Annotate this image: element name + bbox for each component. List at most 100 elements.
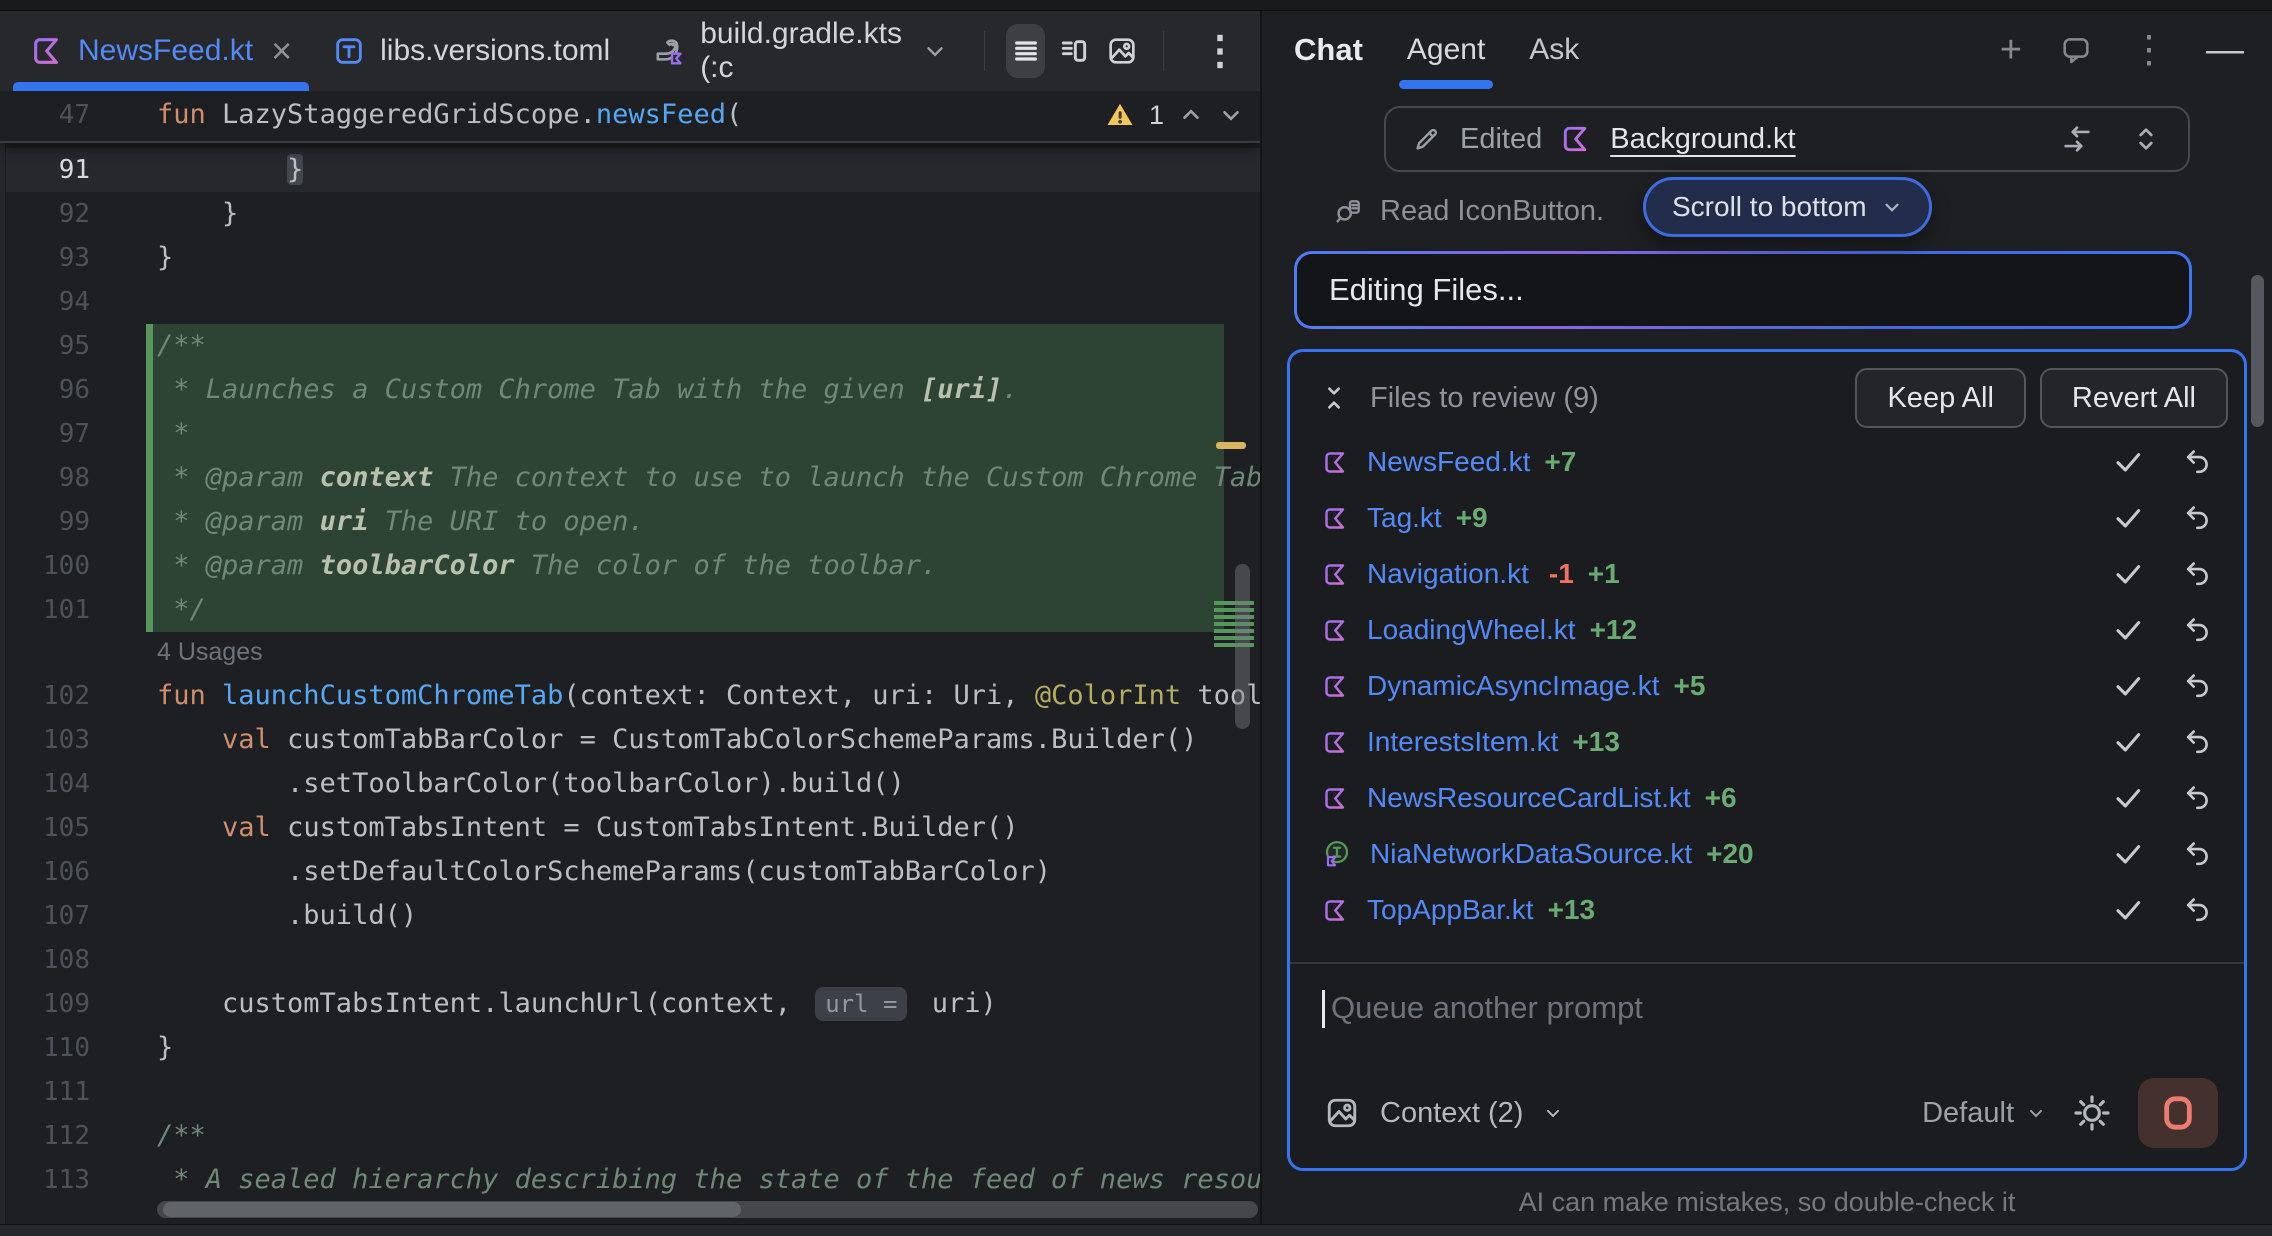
code-line[interactable]: 94 bbox=[0, 280, 1260, 324]
code-line[interactable]: 112/** bbox=[0, 1114, 1260, 1158]
editor-vertical-scrollbar[interactable] bbox=[1235, 564, 1250, 729]
file-link[interactable]: TopAppBar.kt bbox=[1367, 894, 1534, 926]
context-selector[interactable]: Context (2) bbox=[1380, 1097, 1523, 1130]
kotlin-file-icon bbox=[1322, 617, 1349, 644]
keep-file-icon[interactable] bbox=[2112, 838, 2144, 870]
editor-horizontal-scrollbar[interactable] bbox=[157, 1201, 1258, 1218]
expand-icon[interactable] bbox=[2130, 123, 2162, 155]
code-line[interactable]: 93} bbox=[0, 236, 1260, 280]
file-link[interactable]: NiaNetworkDataSource.kt bbox=[1370, 838, 1692, 870]
code-line[interactable]: 103 val customTabBarColor = CustomTabCol… bbox=[0, 718, 1260, 762]
code-line[interactable]: 98 * @param context The context to use t… bbox=[0, 456, 1260, 500]
new-chat-icon[interactable]: + bbox=[2000, 31, 2022, 69]
added-lines-count: +13 bbox=[1548, 894, 1596, 926]
code-line[interactable]: 108 bbox=[0, 938, 1260, 982]
code-line[interactable]: 105 val customTabsIntent = CustomTabsInt… bbox=[0, 806, 1260, 850]
code-line[interactable]: 106 .setDefaultColorSchemeParams(customT… bbox=[0, 850, 1260, 894]
code-lines[interactable]: 91 }92 }93}9495/**96 * Launches a Custom… bbox=[0, 148, 1260, 1202]
tab-agent[interactable]: Agent bbox=[1407, 11, 1485, 89]
prompt-input[interactable]: Queue another prompt bbox=[1290, 964, 2244, 1078]
file-link[interactable]: LoadingWheel.kt bbox=[1367, 614, 1576, 646]
revert-file-icon[interactable] bbox=[2182, 502, 2214, 534]
keep-file-icon[interactable] bbox=[2112, 614, 2144, 646]
code-line[interactable]: 97 * bbox=[0, 412, 1260, 456]
code-editor[interactable]: 47fun LazyStaggeredGridScope.newsFeed( 1… bbox=[0, 91, 1260, 1224]
code-line[interactable]: 111 bbox=[0, 1070, 1260, 1114]
scrollbar-thumb[interactable] bbox=[163, 1202, 741, 1217]
revert-file-icon[interactable] bbox=[2182, 558, 2214, 590]
revert-all-button[interactable]: Revert All bbox=[2040, 368, 2228, 428]
code-line[interactable]: 101 */ bbox=[0, 588, 1260, 632]
code-line[interactable]: 47fun LazyStaggeredGridScope.newsFeed( bbox=[0, 91, 1260, 139]
inspection-widget[interactable]: 1 bbox=[1105, 91, 1244, 139]
code-line[interactable]: 113 * A sealed hierarchy describing the … bbox=[0, 1158, 1260, 1202]
keep-file-icon[interactable] bbox=[2112, 782, 2144, 814]
stop-button[interactable] bbox=[2138, 1078, 2218, 1148]
file-link[interactable]: NewsFeed.kt bbox=[1367, 446, 1530, 478]
revert-file-icon[interactable] bbox=[2182, 726, 2214, 758]
panel-title: Chat bbox=[1294, 32, 1363, 68]
keep-all-button[interactable]: Keep All bbox=[1855, 368, 2025, 428]
keep-file-icon[interactable] bbox=[2112, 502, 2144, 534]
history-icon[interactable] bbox=[2060, 34, 2092, 66]
code-line[interactable]: 96 * Launches a Custom Chrome Tab with t… bbox=[0, 368, 1260, 412]
file-link[interactable]: Tag.kt bbox=[1367, 502, 1442, 534]
chat-messages: Edited Background.kt bbox=[1262, 89, 2272, 251]
sticky-line[interactable]: 47fun LazyStaggeredGridScope.newsFeed( 1 bbox=[0, 91, 1260, 143]
chat-scrollbar[interactable] bbox=[2251, 275, 2264, 427]
code-line[interactable]: 110} bbox=[0, 1026, 1260, 1070]
prev-problem-icon[interactable] bbox=[1178, 102, 1204, 128]
code-line[interactable]: 104 .setToolbarColor(toolbarColor).build… bbox=[0, 762, 1260, 806]
edited-file-card[interactable]: Edited Background.kt bbox=[1384, 106, 2190, 172]
code-line[interactable]: 91 } bbox=[0, 148, 1260, 192]
hide-panel-icon[interactable]: — bbox=[2206, 31, 2244, 69]
next-problem-icon[interactable] bbox=[1218, 102, 1244, 128]
code-line[interactable]: 107 .build() bbox=[0, 894, 1260, 938]
tab-label: NewsFeed.kt bbox=[78, 34, 253, 68]
tab-ask[interactable]: Ask bbox=[1529, 11, 1579, 89]
tab-build-gradle[interactable]: build.gradle.kts (:c bbox=[630, 11, 968, 91]
attach-image-icon[interactable] bbox=[1324, 1095, 1360, 1131]
keep-file-icon[interactable] bbox=[2112, 894, 2144, 926]
file-link[interactable]: Navigation.kt bbox=[1367, 558, 1529, 590]
code-line[interactable]: 99 * @param uri The URI to open. bbox=[0, 500, 1260, 544]
close-tab-icon[interactable]: × bbox=[271, 33, 292, 69]
view-code-button[interactable] bbox=[1006, 24, 1044, 78]
model-selector[interactable]: Default bbox=[1922, 1097, 2046, 1130]
revert-file-icon[interactable] bbox=[2182, 782, 2214, 814]
keep-file-icon[interactable] bbox=[2112, 558, 2144, 590]
revert-file-icon[interactable] bbox=[2182, 446, 2214, 478]
line-number: 98 bbox=[0, 456, 90, 500]
line-number: 112 bbox=[0, 1114, 90, 1158]
chevron-down-icon[interactable] bbox=[922, 38, 948, 64]
edited-file-link[interactable]: Background.kt bbox=[1610, 123, 1795, 156]
keep-file-icon[interactable] bbox=[2112, 670, 2144, 702]
code-line[interactable]: 92 } bbox=[0, 192, 1260, 236]
diff-icon[interactable] bbox=[2060, 122, 2094, 156]
view-design-button[interactable] bbox=[1103, 24, 1141, 78]
code-line[interactable]: 95/** bbox=[0, 324, 1260, 368]
usages-hint[interactable]: 4 Usages bbox=[0, 632, 1260, 674]
code-line[interactable]: 109 customTabsIntent.launchUrl(context, … bbox=[0, 982, 1260, 1026]
warning-stripe-mark[interactable] bbox=[1216, 442, 1246, 449]
revert-file-icon[interactable] bbox=[2182, 894, 2214, 926]
deleted-lines-count: -1 bbox=[1549, 558, 1574, 590]
code-line[interactable]: 102fun launchCustomChromeTab(context: Co… bbox=[0, 674, 1260, 718]
gear-icon[interactable] bbox=[2072, 1093, 2112, 1133]
revert-file-icon[interactable] bbox=[2182, 838, 2214, 870]
file-link[interactable]: NewsResourceCardList.kt bbox=[1367, 782, 1691, 814]
editor-more-icon[interactable]: ⋮ bbox=[1180, 28, 1260, 74]
revert-file-icon[interactable] bbox=[2182, 614, 2214, 646]
more-options-icon[interactable]: ⋮ bbox=[2130, 31, 2168, 69]
file-link[interactable]: DynamicAsyncImage.kt bbox=[1367, 670, 1660, 702]
keep-file-icon[interactable] bbox=[2112, 446, 2144, 478]
file-link[interactable]: InterestsItem.kt bbox=[1367, 726, 1558, 758]
collapse-icon[interactable] bbox=[1320, 384, 1348, 412]
tab-libs-versions[interactable]: libs.versions.toml bbox=[312, 11, 630, 91]
scroll-to-bottom-button[interactable]: Scroll to bottom bbox=[1643, 177, 1932, 237]
code-line[interactable]: 100 * @param toolbarColor The color of t… bbox=[0, 544, 1260, 588]
tab-newsfeed[interactable]: NewsFeed.kt × bbox=[10, 11, 312, 91]
keep-file-icon[interactable] bbox=[2112, 726, 2144, 758]
revert-file-icon[interactable] bbox=[2182, 670, 2214, 702]
view-split-button[interactable] bbox=[1055, 24, 1093, 78]
